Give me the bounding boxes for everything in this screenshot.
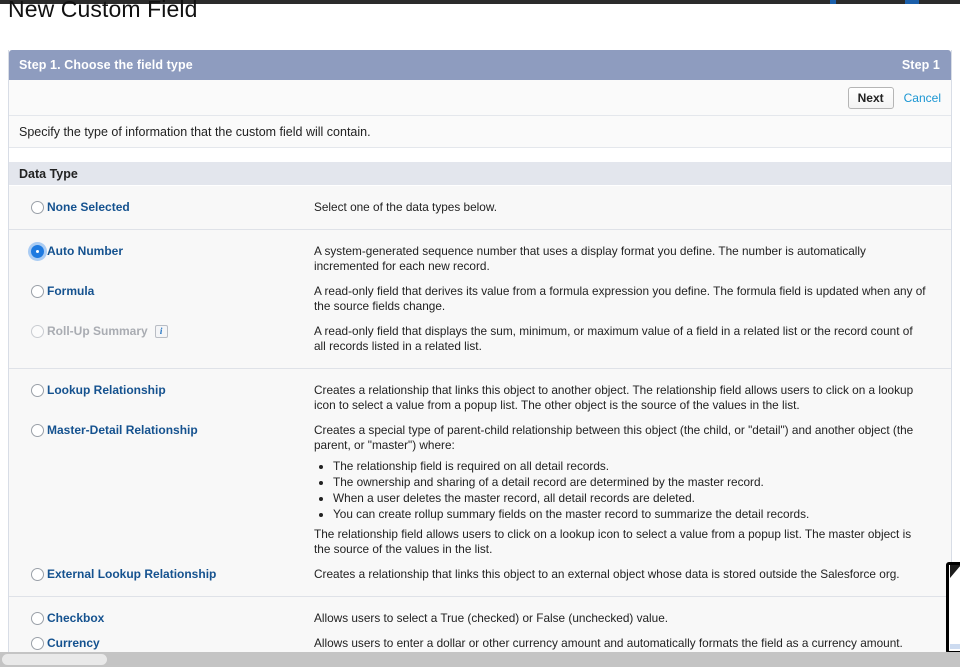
radio-checkbox[interactable] [31, 611, 44, 625]
description-paragraph: A read-only field that displays the sum,… [314, 324, 913, 353]
chrome-text-fragment [830, 0, 836, 4]
data-type-option[interactable]: Auto Number [9, 244, 314, 258]
data-type-row: External Lookup Relationship Creates a re… [9, 562, 951, 587]
description-paragraph: Allows users to select a True (checked) … [314, 611, 669, 625]
data-type-option[interactable]: External Lookup Relationship [9, 567, 314, 581]
data-type-label[interactable]: Checkbox [47, 611, 104, 625]
radio-formula[interactable] [31, 284, 44, 298]
horizontal-scrollbar[interactable] [0, 652, 960, 667]
data-type-section-header: Data Type [9, 162, 951, 186]
page-root: New Custom Field Step 1. Choose the fiel… [0, 0, 960, 667]
data-type-option[interactable]: Lookup Relationship [9, 383, 314, 397]
data-type-option[interactable]: Currency [9, 636, 314, 650]
description-bullet: You can create rollup summary fields on … [333, 507, 927, 522]
data-type-label: Roll-Up Summary [47, 324, 148, 338]
data-type-row: Auto Number A system-generated sequence n… [9, 239, 951, 279]
data-type-group: Lookup Relationship Creates a relationshi… [9, 369, 951, 597]
panel-header-title: Step 1. Choose the field type [19, 58, 193, 72]
panel-button-bar: Next Cancel [9, 80, 951, 116]
data-type-description: Creates a relationship that links this o… [314, 383, 941, 413]
description-paragraph: The relationship field allows users to c… [314, 527, 912, 556]
radio-lookup-relationship[interactable] [31, 383, 44, 397]
description-paragraph: A read-only field that derives its value… [314, 284, 926, 313]
horizontal-scrollbar-thumb[interactable] [2, 654, 107, 665]
description-paragraph: Select one of the data types below. [314, 200, 497, 214]
data-type-option[interactable]: Master-Detail Relationship [9, 423, 314, 437]
data-type-groups: None Selected Select one of the data type… [9, 186, 951, 667]
description-paragraph: Creates a special type of parent-child r… [314, 423, 914, 452]
data-type-description: Allows users to select a True (checked) … [314, 611, 941, 626]
data-type-row: None Selected Select one of the data type… [9, 195, 951, 220]
data-type-row: Formula A read-only field that derives it… [9, 279, 951, 319]
step-indicator: Step 1 [901, 58, 940, 72]
description-bullet: When a user deletes the master record, a… [333, 491, 927, 506]
radio-auto-number[interactable] [31, 244, 44, 258]
data-type-label[interactable]: None Selected [47, 200, 130, 214]
data-type-row: Checkbox Allows users to select a True (c… [9, 606, 951, 631]
panel-header: Step 1. Choose the field type Step 1 [9, 50, 951, 80]
description-bullet: The relationship field is required on al… [333, 459, 927, 474]
description-paragraph: Creates a relationship that links this o… [314, 567, 900, 581]
radio-master-detail-relationship[interactable] [31, 423, 44, 437]
description-paragraph: A system-generated sequence number that … [314, 244, 866, 273]
next-button[interactable]: Next [847, 86, 894, 109]
data-type-row: Roll-Up Summary i A read-only field that d… [9, 319, 951, 359]
info-icon[interactable]: i [154, 324, 168, 338]
data-type-description: A read-only field that derives its value… [314, 284, 941, 314]
data-type-label[interactable]: Auto Number [47, 244, 123, 258]
new-custom-field-panel: Step 1. Choose the field type Step 1 Nex… [8, 50, 952, 667]
description-bullet-list: The relationship field is required on al… [314, 459, 927, 522]
data-type-description: Creates a relationship that links this o… [314, 567, 941, 582]
cursor-pointer-icon [950, 565, 960, 578]
data-type-label[interactable]: Formula [47, 284, 94, 298]
data-type-description: Creates a special type of parent-child r… [314, 423, 941, 557]
data-type-option[interactable]: None Selected [9, 200, 314, 214]
instruction-text: Specify the type of information that the… [9, 116, 951, 148]
cancel-link[interactable]: Cancel [904, 91, 941, 105]
radio-none-selected[interactable] [31, 200, 44, 214]
data-type-description: A system-generated sequence number that … [314, 244, 941, 274]
data-type-option: Roll-Up Summary i [9, 324, 314, 338]
data-type-row: Lookup Relationship Creates a relationshi… [9, 378, 951, 418]
radio-external-lookup-relationship[interactable] [31, 567, 44, 581]
radio-roll-up-summary [31, 324, 44, 338]
data-type-label[interactable]: Master-Detail Relationship [47, 423, 198, 437]
description-paragraph: Creates a relationship that links this o… [314, 383, 914, 412]
overlay-accent-strip [950, 644, 960, 649]
panel-spacer [9, 148, 951, 162]
data-type-group: None Selected Select one of the data type… [9, 186, 951, 230]
data-type-group: Auto Number A system-generated sequence n… [9, 230, 951, 369]
chrome-text-fragment [905, 0, 919, 4]
data-type-row: Master-Detail Relationship Creates a spec… [9, 418, 951, 562]
data-type-label[interactable]: Currency [47, 636, 100, 650]
right-edge-overlay-widget[interactable] [946, 562, 960, 654]
data-type-description: A read-only field that displays the sum,… [314, 324, 941, 354]
data-type-option[interactable]: Checkbox [9, 611, 314, 625]
radio-currency[interactable] [31, 636, 44, 650]
data-type-label[interactable]: External Lookup Relationship [47, 567, 216, 581]
data-type-option[interactable]: Formula [9, 284, 314, 298]
description-bullet: The ownership and sharing of a detail re… [333, 475, 927, 490]
data-type-description: Select one of the data types below. [314, 200, 941, 215]
page-title: New Custom Field [8, 0, 198, 22]
data-type-label[interactable]: Lookup Relationship [47, 383, 166, 397]
